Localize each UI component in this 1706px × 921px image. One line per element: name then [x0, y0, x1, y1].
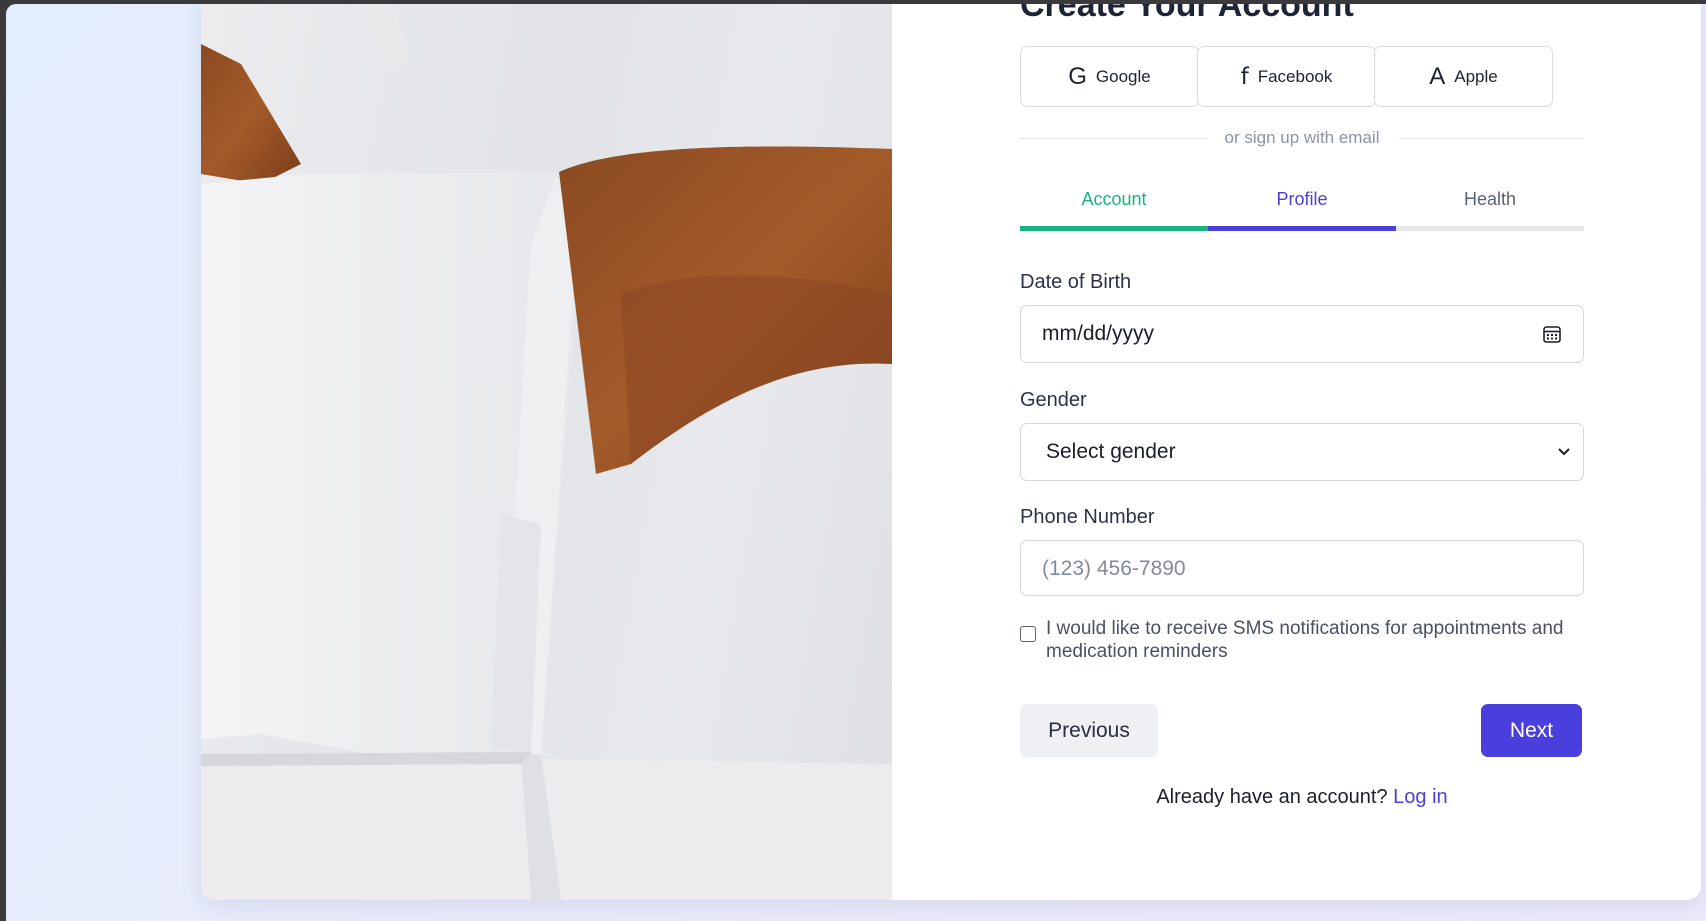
- login-prompt-row: Already have an account? Log in: [1020, 786, 1584, 809]
- page-viewport: Create Your Account G Google f Facebook …: [6, 4, 1706, 921]
- tab-profile[interactable]: Profile: [1208, 171, 1396, 227]
- facebook-icon: f: [1240, 63, 1249, 90]
- divider-line-right: [1398, 137, 1584, 139]
- page-title: Create Your Account: [1020, 4, 1354, 24]
- signup-steps: Account Profile Health: [1020, 171, 1584, 231]
- dob-label: Date of Birth: [1020, 271, 1132, 293]
- tab-health[interactable]: Health: [1396, 171, 1584, 227]
- tab-profile-label: Profile: [1276, 188, 1328, 209]
- tab-account-label: Account: [1081, 188, 1147, 209]
- tab-account-indicator: [1020, 226, 1208, 231]
- apple-signup-button[interactable]: A Apple: [1374, 46, 1553, 107]
- apple-icon: A: [1429, 62, 1446, 90]
- facebook-label: Facebook: [1257, 66, 1333, 86]
- sms-optin-checkbox[interactable]: [1020, 626, 1036, 642]
- dob-value: mm/dd/yyyy: [1042, 322, 1155, 345]
- phone-input[interactable]: (123) 456-7890: [1020, 540, 1584, 596]
- email-divider: or sign up with email: [1020, 127, 1584, 149]
- google-icon: G: [1068, 62, 1087, 90]
- divider-line-left: [1020, 137, 1206, 139]
- facebook-signup-button[interactable]: f Facebook: [1197, 46, 1376, 107]
- login-prompt: Already have an account?: [1156, 786, 1388, 808]
- calendar-icon[interactable]: [1542, 324, 1562, 344]
- previous-button[interactable]: Previous: [1020, 704, 1158, 757]
- phone-label: Phone Number: [1020, 506, 1155, 528]
- apple-label: Apple: [1454, 66, 1498, 86]
- tab-health-indicator: [1396, 226, 1584, 231]
- tab-profile-indicator: [1208, 226, 1396, 231]
- google-label: Google: [1095, 66, 1151, 86]
- chevron-down-icon: [1558, 448, 1570, 456]
- tab-health-label: Health: [1463, 188, 1517, 209]
- doctor-photo: [201, 4, 892, 900]
- next-button[interactable]: Next: [1481, 704, 1582, 757]
- gender-selected-value: Select gender: [1046, 440, 1176, 463]
- sms-optin-label[interactable]: I would like to receive SMS notification…: [1046, 617, 1576, 663]
- google-signup-button[interactable]: G Google: [1020, 46, 1199, 107]
- gender-select[interactable]: Select gender: [1020, 423, 1584, 481]
- divider-text: or sign up with email: [1224, 128, 1380, 147]
- signup-card: Create Your Account G Google f Facebook …: [201, 4, 1701, 900]
- login-link[interactable]: Log in: [1393, 786, 1448, 808]
- tab-account[interactable]: Account: [1020, 171, 1208, 227]
- gender-label: Gender: [1020, 389, 1087, 411]
- dob-input[interactable]: mm/dd/yyyy: [1020, 305, 1584, 363]
- phone-placeholder: (123) 456-7890: [1042, 557, 1186, 580]
- social-login-row: G Google f Facebook A Apple: [1020, 46, 1584, 107]
